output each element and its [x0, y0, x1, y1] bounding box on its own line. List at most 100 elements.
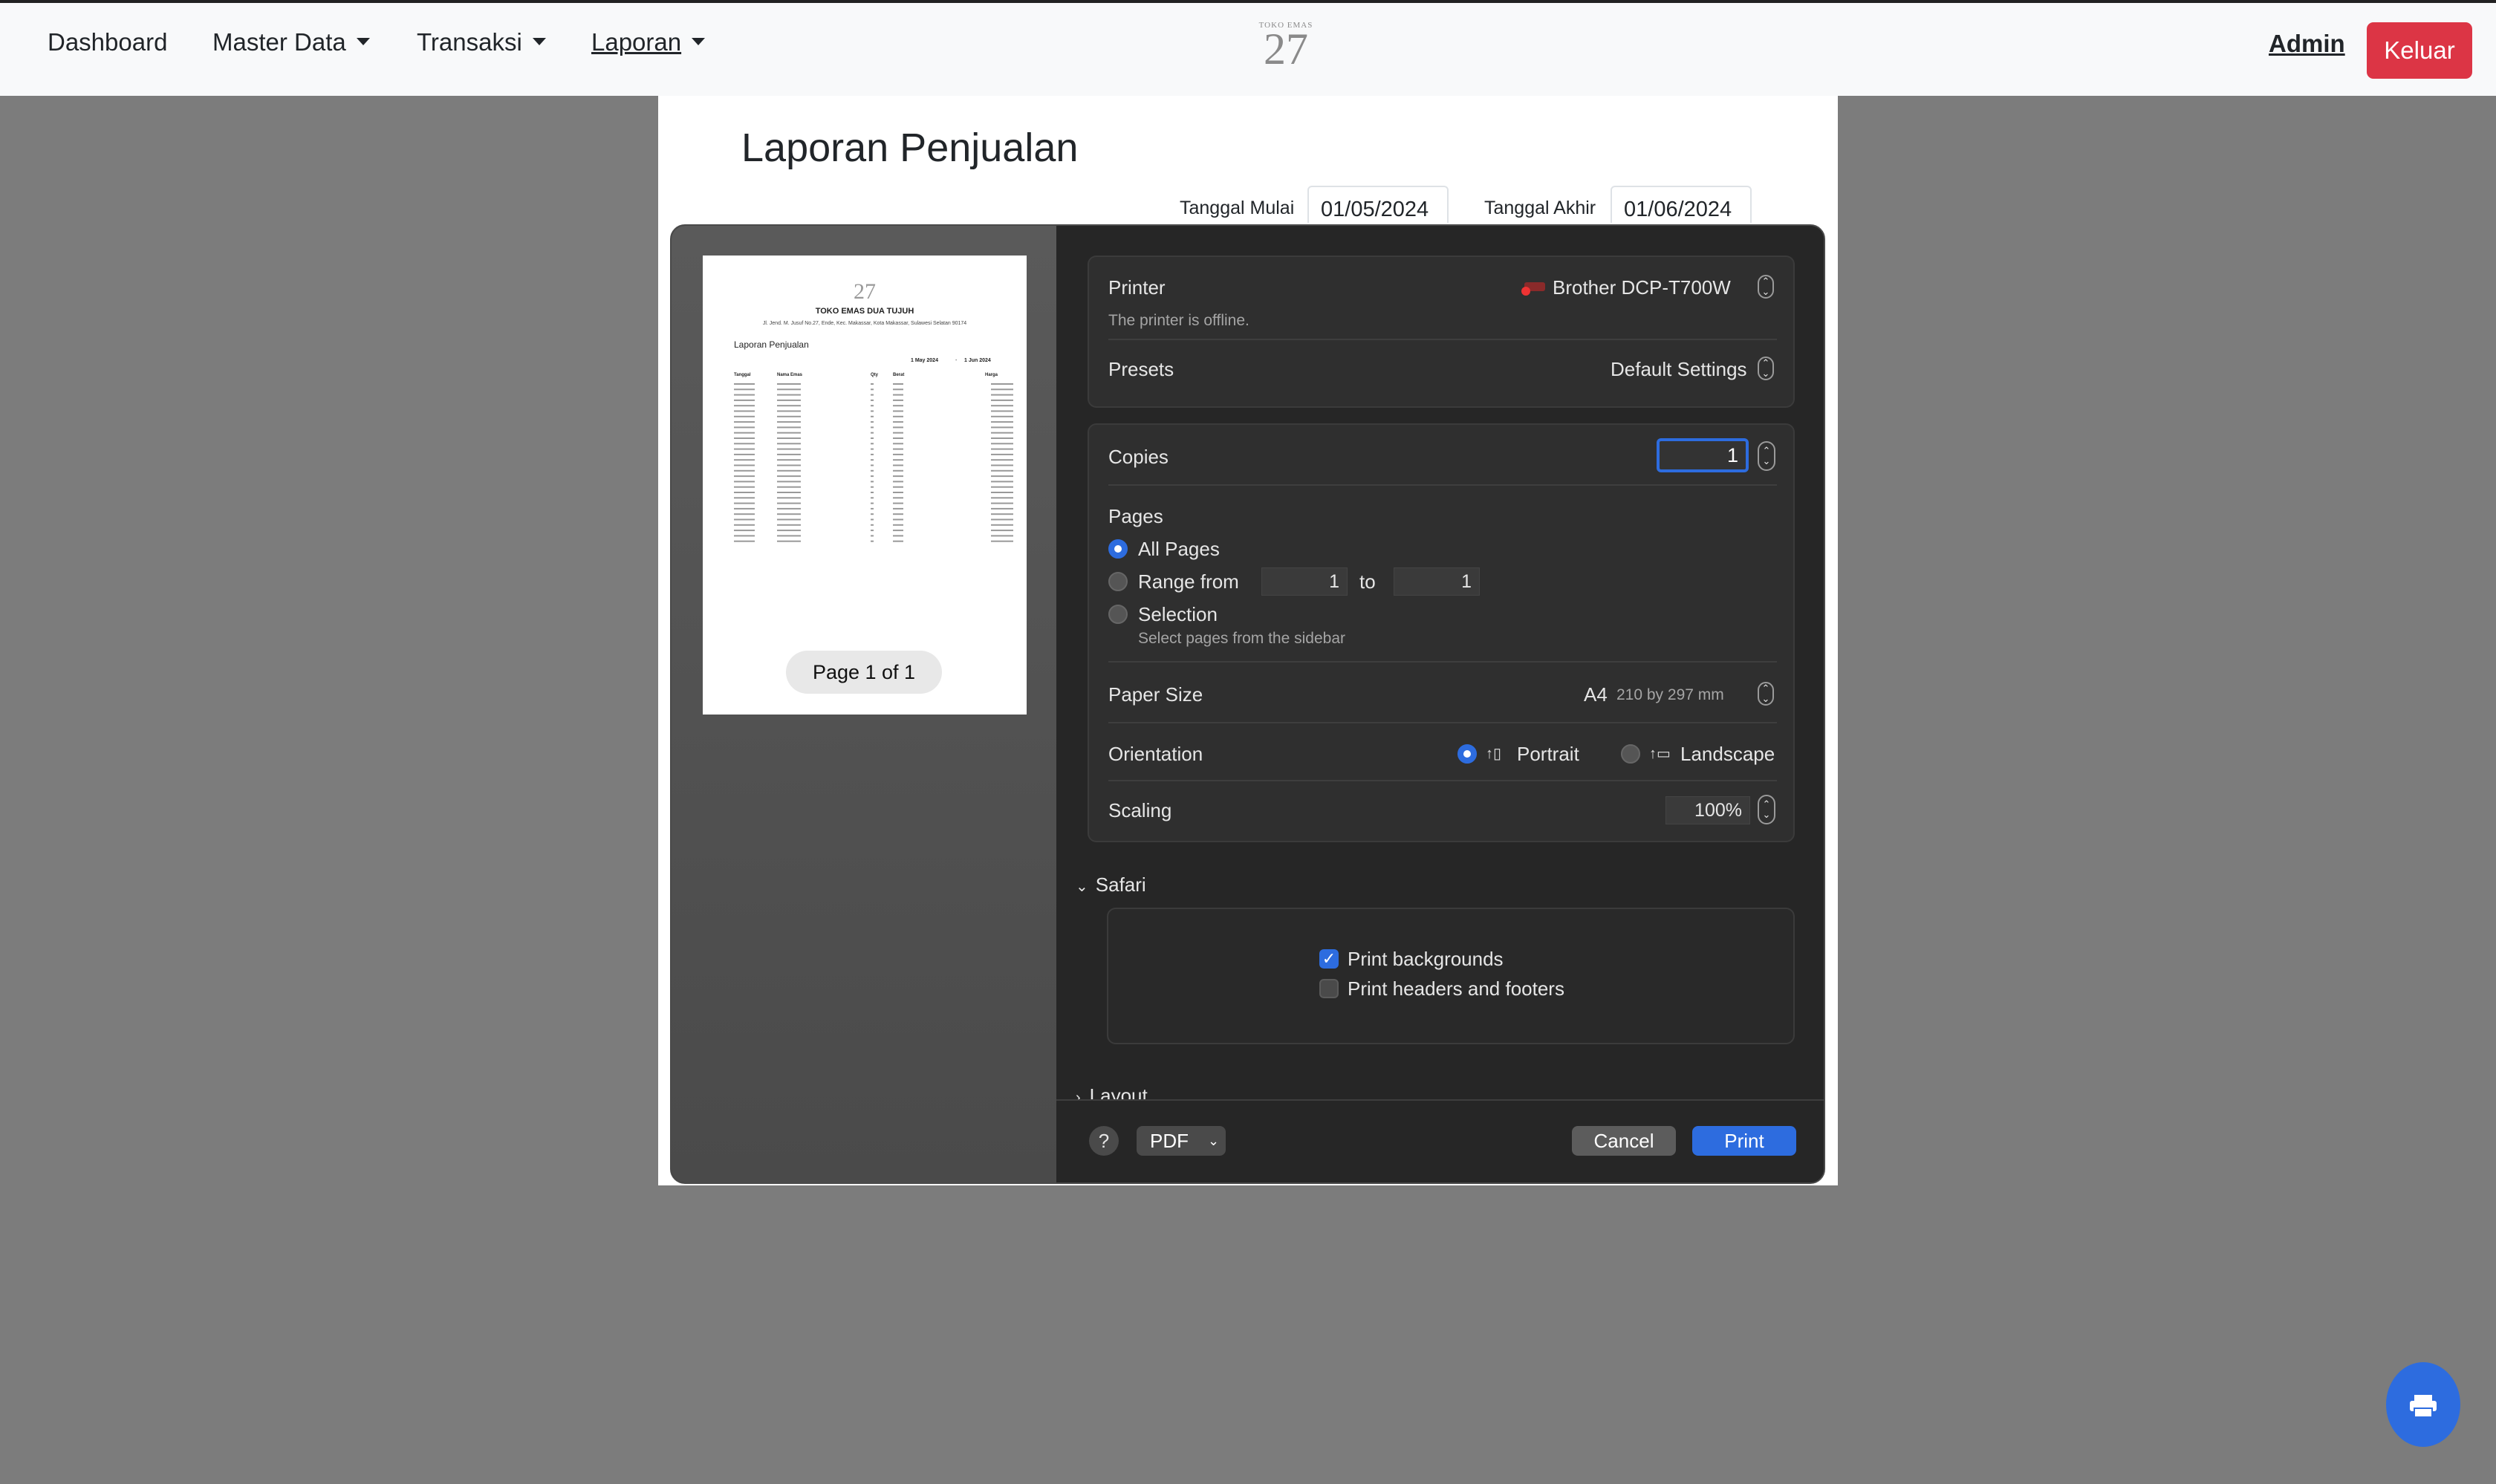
print-headers-label: Print headers and footers: [1348, 977, 1564, 1000]
nav-transaksi[interactable]: Transaksi: [417, 28, 546, 56]
logout-button[interactable]: Keluar: [2367, 22, 2472, 79]
footer-divider: [1056, 1099, 1824, 1101]
printer-select[interactable]: Brother DCP-T700W: [1553, 276, 1731, 299]
preview-row-line: [991, 535, 1013, 537]
preview-document: 27 TOKO EMAS DUA TUJUH Jl. Jend. M. Jusu…: [734, 279, 1013, 542]
preview-row-line: [777, 453, 801, 455]
pdf-menu-button[interactable]: PDF ⌄: [1137, 1126, 1226, 1156]
preview-row-line: [734, 421, 755, 423]
presets-chevron-updown-icon[interactable]: ⌃ ⌄: [1758, 357, 1774, 380]
preview-row-line: [991, 448, 1013, 450]
pdf-label: PDF: [1150, 1129, 1189, 1152]
preview-row-line: [777, 437, 801, 439]
paper-size-chevron-updown-icon[interactable]: ⌃ ⌄: [1758, 682, 1774, 706]
preview-store-name: TOKO EMAS DUA TUJUH: [816, 307, 914, 316]
range-start-input[interactable]: 1: [1261, 567, 1348, 596]
preview-row-line: [991, 475, 1013, 478]
preview-row-line: [893, 388, 903, 391]
preview-row-line: [734, 464, 755, 466]
floating-print-button[interactable]: [2386, 1362, 2460, 1447]
print-backgrounds-label: Print backgrounds: [1348, 948, 1504, 970]
portrait-radio[interactable]: [1457, 744, 1477, 764]
selection-hint: Select pages from the sidebar: [1138, 630, 1345, 647]
page-title: Laporan Penjualan: [741, 126, 1079, 170]
range-radio[interactable]: [1108, 572, 1128, 591]
admin-link[interactable]: Admin: [2269, 30, 2345, 58]
nav-laporan[interactable]: Laporan: [591, 28, 706, 56]
safari-section-toggle[interactable]: ⌄ Safari: [1076, 873, 1146, 896]
copies-input[interactable]: 1: [1657, 438, 1749, 472]
preview-row-line: [893, 410, 903, 412]
chevron-down-icon: ⌄: [1208, 1133, 1220, 1148]
preview-row-line: [893, 426, 903, 429]
preview-row-line: [893, 459, 903, 461]
top-navbar: Dashboard Master Data Transaksi Laporan …: [0, 0, 2496, 96]
preview-row-line: [777, 492, 801, 493]
page-preview-thumbnail[interactable]: 27 TOKO EMAS DUA TUJUH Jl. Jend. M. Jusu…: [703, 256, 1027, 715]
store-logo: TOKO EMAS 27: [1252, 21, 1319, 73]
landscape-radio[interactable]: [1621, 744, 1640, 764]
preview-row-line: [734, 535, 755, 537]
preview-row-line: [777, 464, 801, 466]
preview-row-line: [991, 415, 1013, 417]
selection-radio[interactable]: [1108, 605, 1128, 624]
print-backgrounds-checkbox[interactable]: ✓: [1319, 949, 1339, 969]
range-end-input[interactable]: 1: [1394, 567, 1480, 596]
preview-table-rows: [734, 383, 1013, 542]
landscape-label: Landscape: [1680, 743, 1775, 765]
safari-section-label: Safari: [1095, 873, 1146, 896]
preview-column-header: Harga: [985, 373, 998, 377]
layout-section-toggle[interactable]: › Layout: [1076, 1084, 1148, 1099]
divider: [1108, 661, 1777, 663]
all-pages-radio[interactable]: [1108, 539, 1128, 559]
caret-down-icon: [356, 38, 370, 46]
preview-row-line: [871, 486, 874, 488]
preview-row-line: [777, 421, 801, 423]
preview-row-line: [777, 530, 801, 532]
preview-row-line: [777, 388, 801, 391]
preview-row-line: [893, 421, 903, 423]
logo-number: 27: [1264, 25, 1308, 74]
preview-row-line: [991, 513, 1013, 515]
copies-stepper[interactable]: ⌃ ⌄: [1758, 441, 1775, 471]
preview-row-line: [893, 443, 903, 445]
print-button[interactable]: Print: [1692, 1126, 1796, 1156]
preview-row-line: [734, 540, 755, 542]
preview-row-line: [893, 497, 903, 499]
preview-row-line: [871, 432, 874, 434]
presets-select[interactable]: Default Settings: [1611, 358, 1747, 381]
preview-row-line: [777, 540, 801, 542]
nav-master-data[interactable]: Master Data: [212, 28, 370, 56]
preview-row-line: [991, 486, 1013, 488]
scaling-stepper[interactable]: ⌃ ⌄: [1758, 795, 1775, 824]
safari-options-box: ✓ Print backgrounds Print headers and fo…: [1107, 908, 1795, 1044]
preview-row-line: [871, 459, 874, 461]
preview-row-line: [734, 507, 755, 510]
preview-row-line: [871, 410, 874, 412]
preview-row-line: [991, 497, 1013, 499]
scaling-input[interactable]: 100%: [1665, 796, 1750, 824]
preview-row-line: [871, 399, 874, 401]
print-dialog: 27 TOKO EMAS DUA TUJUH Jl. Jend. M. Jusu…: [670, 224, 1825, 1184]
help-button[interactable]: ?: [1089, 1126, 1119, 1156]
nav-dashboard[interactable]: Dashboard: [48, 28, 167, 56]
preview-row-line: [871, 426, 874, 429]
preview-row-line: [893, 524, 903, 526]
end-date-input[interactable]: 01/06/2024: [1611, 186, 1752, 223]
preview-row-line: [893, 492, 903, 493]
preview-row-line: [777, 469, 801, 472]
preview-row-line: [871, 405, 874, 407]
start-date-input[interactable]: 01/05/2024: [1307, 186, 1449, 223]
paper-size-select[interactable]: A4: [1584, 683, 1608, 706]
print-headers-checkbox[interactable]: [1319, 979, 1339, 998]
print-settings-panel: Printer Brother DCP-T700W ⌃ ⌄ The printer…: [1056, 226, 1824, 1182]
preview-logo: 27: [854, 279, 876, 304]
preview-row-line: [893, 464, 903, 466]
preview-row-line: [871, 464, 874, 466]
cancel-button[interactable]: Cancel: [1572, 1126, 1676, 1156]
preview-row-line: [991, 507, 1013, 510]
printer-chevron-updown-icon[interactable]: ⌃ ⌄: [1758, 275, 1774, 299]
preview-row-line: [871, 448, 874, 450]
divider: [1108, 339, 1777, 340]
preview-row-line: [777, 535, 801, 537]
